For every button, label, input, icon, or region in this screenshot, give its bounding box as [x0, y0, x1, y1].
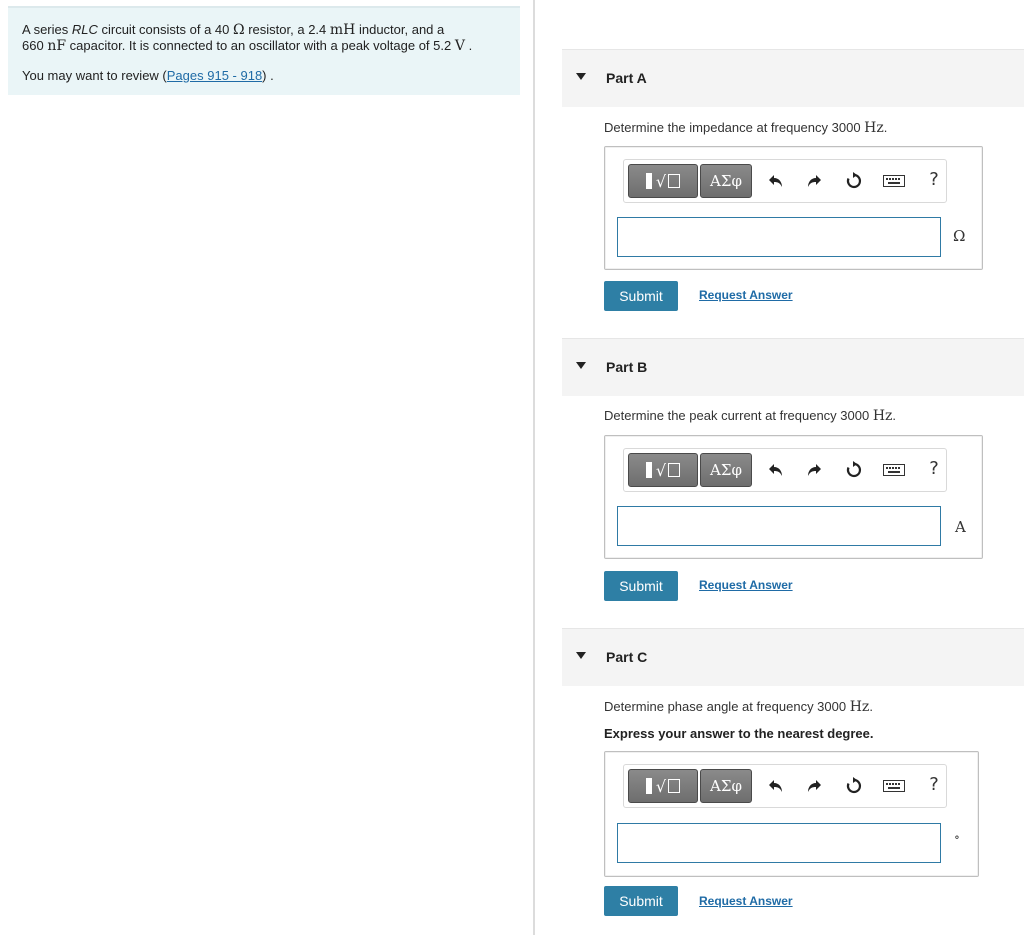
- box-icon: [668, 463, 681, 477]
- part-b-request-answer-link[interactable]: Request Answer: [699, 578, 793, 592]
- part-b-submit-button[interactable]: Submit: [604, 571, 678, 601]
- redo-icon[interactable]: [802, 458, 826, 482]
- part-b-header[interactable]: Part B: [562, 338, 1024, 396]
- part-c-header[interactable]: Part C: [562, 628, 1024, 686]
- symbols-button[interactable]: ΑΣφ: [700, 164, 752, 198]
- part-a-label: Part A: [606, 70, 647, 86]
- part-b-answer-box: √ ΑΣφ ? A: [604, 435, 983, 559]
- undo-icon[interactable]: [764, 169, 788, 193]
- caret-down-icon: [576, 362, 586, 369]
- box-icon: [668, 174, 681, 188]
- part-c-unit: ∘: [954, 830, 960, 844]
- redo-icon[interactable]: [802, 774, 826, 798]
- cursor-block-icon: [645, 462, 652, 478]
- cursor-block-icon: [645, 778, 652, 794]
- part-a-header[interactable]: Part A: [562, 49, 1024, 107]
- part-a-unit: Ω: [953, 227, 966, 245]
- review-pages-link[interactable]: Pages 915 - 918: [167, 68, 262, 83]
- column-divider: [533, 0, 535, 935]
- part-a-answer-box: √ ΑΣφ ? Ω: [604, 146, 983, 270]
- part-c-note: Express your answer to the nearest degre…: [604, 726, 874, 741]
- cursor-block-icon: [645, 173, 652, 189]
- radical-icon: √: [655, 171, 667, 191]
- part-b-question: Determine the peak current at frequency …: [604, 408, 897, 424]
- help-button[interactable]: ?: [922, 774, 946, 798]
- templates-button[interactable]: √: [628, 769, 698, 803]
- symbols-button[interactable]: ΑΣφ: [700, 453, 752, 487]
- undo-icon[interactable]: [764, 774, 788, 798]
- part-c-answer-input[interactable]: [617, 823, 941, 863]
- caret-down-icon: [576, 652, 586, 659]
- undo-icon[interactable]: [764, 458, 788, 482]
- reset-icon[interactable]: [842, 774, 866, 798]
- help-button[interactable]: ?: [922, 458, 946, 482]
- radical-icon: √: [655, 460, 667, 480]
- math-toolbar: √ ΑΣφ ?: [623, 159, 947, 203]
- part-a-answer-input[interactable]: [617, 217, 941, 257]
- templates-button[interactable]: √: [628, 453, 698, 487]
- caret-down-icon: [576, 73, 586, 80]
- part-b-label: Part B: [606, 359, 648, 375]
- part-a-request-answer-link[interactable]: Request Answer: [699, 288, 793, 302]
- keyboard-icon[interactable]: [882, 774, 906, 798]
- help-button[interactable]: ?: [922, 169, 946, 193]
- review-text: You may want to review (Pages 915 - 918)…: [22, 68, 274, 83]
- redo-icon[interactable]: [802, 169, 826, 193]
- box-icon: [668, 779, 681, 793]
- reset-icon[interactable]: [842, 458, 866, 482]
- problem-text: A series RLC circuit consists of a 40 Ω …: [22, 22, 473, 54]
- keyboard-icon[interactable]: [882, 169, 906, 193]
- symbols-button[interactable]: ΑΣφ: [700, 769, 752, 803]
- part-c-submit-button[interactable]: Submit: [604, 886, 678, 916]
- reset-icon[interactable]: [842, 169, 866, 193]
- part-a-submit-button[interactable]: Submit: [604, 281, 678, 311]
- problem-statement: A series RLC circuit consists of a 40 Ω …: [8, 6, 520, 95]
- part-c-request-answer-link[interactable]: Request Answer: [699, 894, 793, 908]
- part-b-unit: A: [955, 518, 966, 536]
- math-toolbar: √ ΑΣφ ?: [623, 448, 947, 492]
- part-a-question: Determine the impedance at frequency 300…: [604, 120, 888, 136]
- part-c-answer-box: √ ΑΣφ ? ∘: [604, 751, 979, 877]
- radical-icon: √: [655, 776, 667, 796]
- templates-button[interactable]: √: [628, 164, 698, 198]
- part-c-label: Part C: [606, 649, 648, 665]
- part-b-answer-input[interactable]: [617, 506, 941, 546]
- part-c-question: Determine phase angle at frequency 3000 …: [604, 699, 873, 715]
- math-toolbar: √ ΑΣφ ?: [623, 764, 947, 808]
- keyboard-icon[interactable]: [882, 458, 906, 482]
